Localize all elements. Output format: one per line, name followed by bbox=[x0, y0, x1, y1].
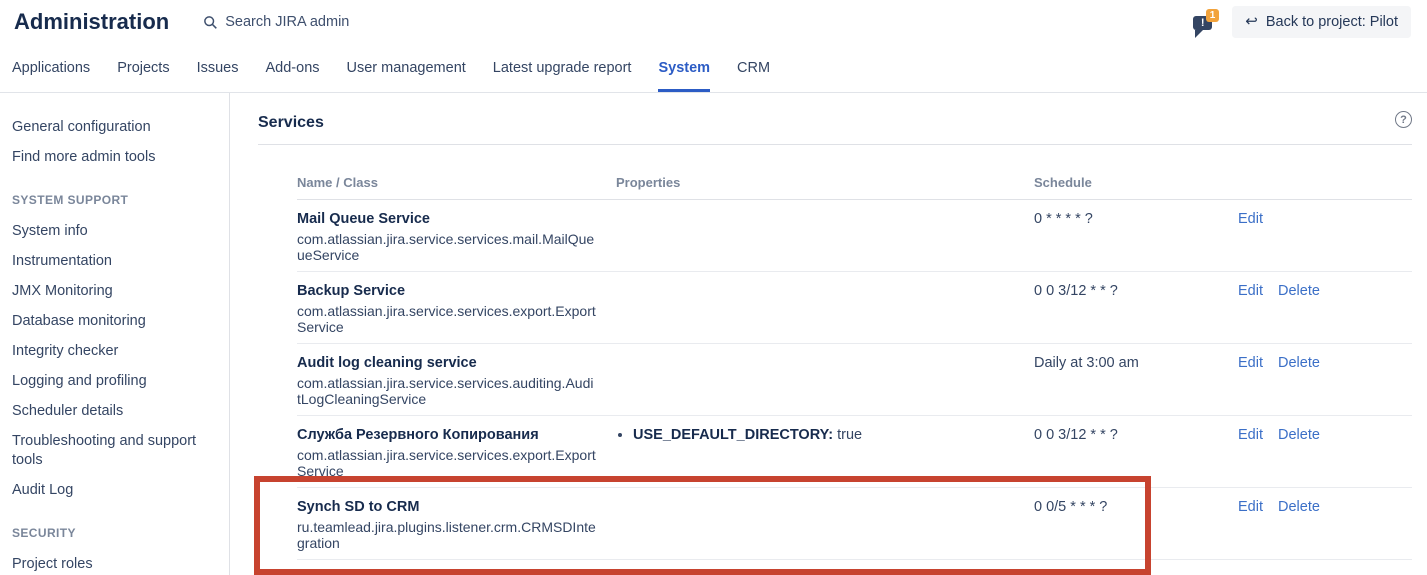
table-row: Synch SD to CRM ru.teamlead.jira.plugins… bbox=[297, 488, 1412, 560]
delete-link[interactable]: Delete bbox=[1278, 426, 1320, 479]
schedule-cell: 0 0/5 * * * ? bbox=[1034, 498, 1238, 551]
service-name: Audit log cleaning service bbox=[297, 354, 616, 372]
name-class-cell: Audit log cleaning service com.atlassian… bbox=[297, 354, 616, 407]
service-class: com.atlassian.jira.service.services.expo… bbox=[297, 303, 597, 335]
service-class: com.atlassian.jira.service.services.mail… bbox=[297, 231, 597, 263]
main-layout: General configuration Find more admin too… bbox=[0, 93, 1427, 575]
table-header-row: Name / Class Properties Schedule bbox=[297, 175, 1412, 200]
header-right: ! 1 ↩ Back to project: Pilot bbox=[1193, 6, 1411, 38]
actions-cell: Edit Delete bbox=[1238, 498, 1412, 551]
edit-link[interactable]: Edit bbox=[1238, 498, 1263, 551]
actions-cell: Edit Delete bbox=[1238, 282, 1412, 335]
service-property: USE_DEFAULT_DIRECTORY: true bbox=[633, 426, 1034, 444]
back-arrow-icon: ↩ bbox=[1245, 16, 1258, 28]
service-class: com.atlassian.jira.service.services.audi… bbox=[297, 375, 597, 407]
sidebar-item-audit-log[interactable]: Audit Log bbox=[12, 481, 215, 500]
app-header: Administration ! 1 ↩ Back to project: Pi… bbox=[0, 0, 1427, 44]
tab-user-management[interactable]: User management bbox=[347, 44, 466, 92]
admin-nav-tabs: Applications Projects Issues Add-ons User ma… bbox=[0, 44, 1427, 93]
table-row: Mail Queue Service com.atlassian.jira.se… bbox=[297, 200, 1412, 272]
name-class-cell: Mail Queue Service com.atlassian.jira.se… bbox=[297, 210, 616, 263]
edit-link[interactable]: Edit bbox=[1238, 426, 1263, 479]
sidebar-item-troubleshooting-and-support-tools[interactable]: Troubleshooting and support tools bbox=[12, 432, 215, 470]
search-input[interactable] bbox=[225, 14, 395, 30]
tab-issues[interactable]: Issues bbox=[197, 44, 239, 92]
sidebar-item-general-configuration[interactable]: General configuration bbox=[12, 118, 215, 137]
table-row: Audit log cleaning service com.atlassian… bbox=[297, 344, 1412, 416]
properties-cell: USE_DEFAULT_DIRECTORY: true bbox=[616, 426, 1034, 479]
sidebar: General configuration Find more admin too… bbox=[0, 93, 230, 575]
edit-link[interactable]: Edit bbox=[1238, 210, 1263, 263]
sidebar-section-title: SYSTEM SUPPORT bbox=[12, 193, 215, 207]
back-to-project-button[interactable]: ↩ Back to project: Pilot bbox=[1232, 6, 1411, 38]
content-area: Services ? Name / Class Properties Sched… bbox=[230, 93, 1427, 575]
edit-link[interactable]: Edit bbox=[1238, 282, 1263, 335]
sidebar-item-project-roles[interactable]: Project roles bbox=[12, 555, 215, 574]
page-title: Administration bbox=[14, 9, 169, 35]
help-icon[interactable]: ? bbox=[1395, 111, 1412, 128]
schedule-cell: Daily at 3:00 am bbox=[1034, 354, 1238, 407]
sidebar-item-find-more-admin-tools[interactable]: Find more admin tools bbox=[12, 148, 215, 167]
actions-cell: Edit bbox=[1238, 210, 1412, 263]
column-header-properties: Properties bbox=[616, 175, 1034, 190]
services-table: Name / Class Properties Schedule Mail Qu… bbox=[297, 175, 1412, 560]
sidebar-section-title: SECURITY bbox=[12, 526, 215, 540]
properties-cell bbox=[616, 210, 1034, 263]
tab-projects[interactable]: Projects bbox=[117, 44, 169, 92]
back-to-project-label: Back to project: Pilot bbox=[1266, 14, 1398, 30]
service-name: Служба Резервного Копирования bbox=[297, 426, 616, 444]
search-icon bbox=[203, 15, 218, 30]
schedule-cell: 0 0 3/12 * * ? bbox=[1034, 282, 1238, 335]
column-header-actions bbox=[1238, 175, 1412, 190]
tab-system[interactable]: System bbox=[658, 44, 710, 92]
actions-cell: Edit Delete bbox=[1238, 426, 1412, 479]
schedule-cell: 0 * * * * ? bbox=[1034, 210, 1238, 263]
table-row: Служба Резервного Копирования com.atlass… bbox=[297, 416, 1412, 488]
sidebar-item-instrumentation[interactable]: Instrumentation bbox=[12, 252, 215, 271]
sidebar-item-integrity-checker[interactable]: Integrity checker bbox=[12, 342, 215, 361]
properties-cell bbox=[616, 498, 1034, 551]
services-title: Services bbox=[258, 114, 324, 132]
service-name: Backup Service bbox=[297, 282, 616, 300]
property-key: USE_DEFAULT_DIRECTORY: bbox=[633, 427, 833, 443]
service-name: Mail Queue Service bbox=[297, 210, 616, 228]
tab-add-ons[interactable]: Add-ons bbox=[266, 44, 320, 92]
service-class: ru.teamlead.jira.plugins.listener.crm.CR… bbox=[297, 519, 597, 551]
tab-applications[interactable]: Applications bbox=[12, 44, 90, 92]
tab-latest-upgrade-report[interactable]: Latest upgrade report bbox=[493, 44, 632, 92]
edit-link[interactable]: Edit bbox=[1238, 354, 1263, 407]
delete-link[interactable]: Delete bbox=[1278, 282, 1320, 335]
column-header-name-class: Name / Class bbox=[297, 175, 616, 190]
table-body: Mail Queue Service com.atlassian.jira.se… bbox=[297, 200, 1412, 560]
name-class-cell: Служба Резервного Копирования com.atlass… bbox=[297, 426, 616, 479]
table-row: Backup Service com.atlassian.jira.servic… bbox=[297, 272, 1412, 344]
properties-cell bbox=[616, 282, 1034, 335]
properties-cell bbox=[616, 354, 1034, 407]
service-class: com.atlassian.jira.service.services.expo… bbox=[297, 447, 597, 479]
sidebar-item-system-info[interactable]: System info bbox=[12, 222, 215, 241]
schedule-cell: 0 0 3/12 * * ? bbox=[1034, 426, 1238, 479]
notifications-icon[interactable]: ! 1 bbox=[1193, 10, 1217, 34]
name-class-cell: Backup Service com.atlassian.jira.servic… bbox=[297, 282, 616, 335]
name-class-cell: Synch SD to CRM ru.teamlead.jira.plugins… bbox=[297, 498, 616, 551]
admin-search[interactable] bbox=[203, 14, 395, 30]
service-name: Synch SD to CRM bbox=[297, 498, 616, 516]
actions-cell: Edit Delete bbox=[1238, 354, 1412, 407]
sidebar-item-scheduler-details[interactable]: Scheduler details bbox=[12, 402, 215, 421]
notification-badge: 1 bbox=[1206, 9, 1220, 22]
sidebar-item-jmx-monitoring[interactable]: JMX Monitoring bbox=[12, 282, 215, 301]
sidebar-item-logging-and-profiling[interactable]: Logging and profiling bbox=[12, 372, 215, 391]
services-header: Services ? bbox=[258, 114, 1412, 145]
delete-link[interactable]: Delete bbox=[1278, 354, 1320, 407]
delete-link[interactable]: Delete bbox=[1278, 498, 1320, 551]
tab-crm[interactable]: CRM bbox=[737, 44, 770, 92]
sidebar-item-database-monitoring[interactable]: Database monitoring bbox=[12, 312, 215, 331]
column-header-schedule: Schedule bbox=[1034, 175, 1238, 190]
property-value: true bbox=[833, 427, 862, 443]
